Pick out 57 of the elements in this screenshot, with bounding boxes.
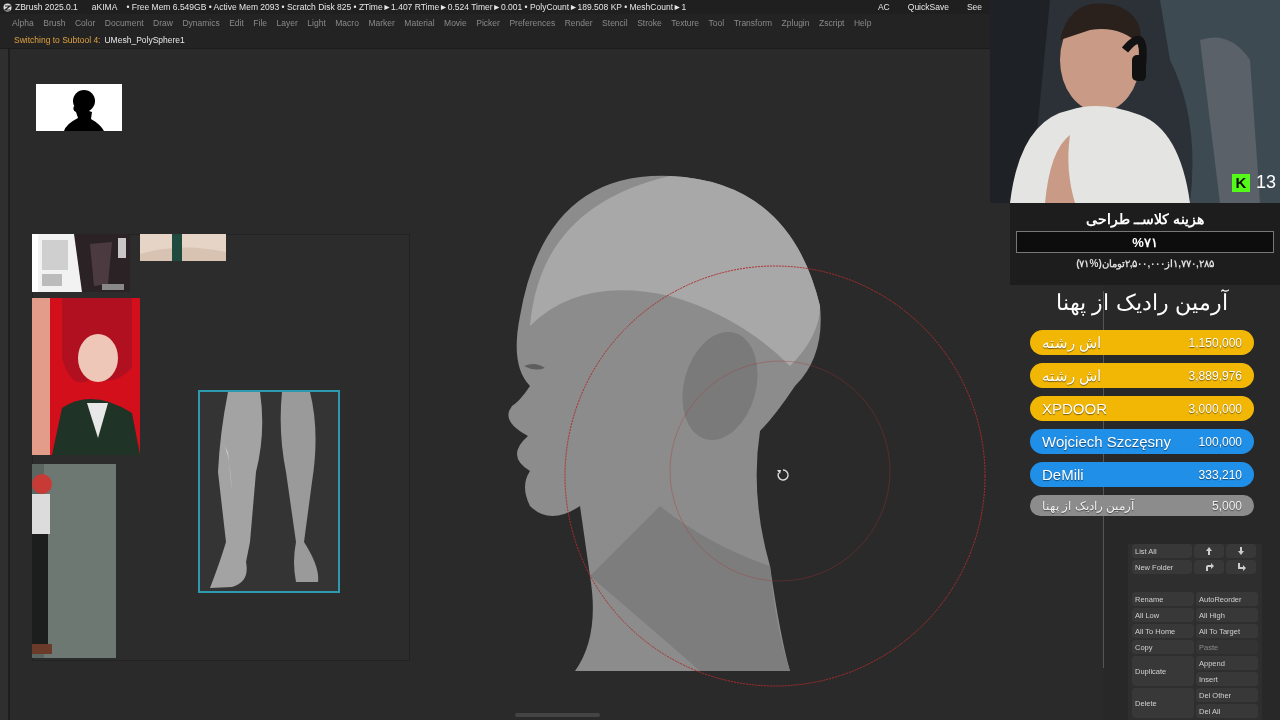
donation-amount: 3,000,000 — [1188, 401, 1242, 416]
goal-percentage: %۷۱ — [1016, 231, 1274, 253]
menu-item[interactable]: Material — [404, 18, 435, 28]
arrow-button[interactable] — [1194, 544, 1224, 558]
donation-heading: آرمین رادیک از پهنا — [1055, 290, 1230, 316]
user-name: aKIMA — [91, 2, 118, 12]
menu-item[interactable]: Alpha — [12, 18, 34, 28]
title-button[interactable]: QuickSave — [907, 2, 949, 12]
donor-name: آرمین رادیک از پهنا — [1042, 498, 1134, 513]
menu-item[interactable]: Marker — [368, 18, 395, 28]
menu-item[interactable]: Zplugin — [781, 18, 810, 28]
menu-item[interactable]: Layer — [276, 18, 298, 28]
menu-item[interactable]: Picker — [476, 18, 500, 28]
menu-item[interactable]: Preferences — [509, 18, 556, 28]
menu-item[interactable]: Movie — [444, 18, 467, 28]
arrow-button[interactable] — [1226, 560, 1256, 574]
arrow-button[interactable] — [1194, 560, 1224, 574]
donation-amount: 3,889,976 — [1188, 368, 1242, 383]
menu-item[interactable]: Render — [564, 18, 593, 28]
donor-name: DeMili — [1042, 466, 1084, 483]
goal-title: هزینه کلاســ طراحی — [1086, 211, 1204, 227]
donation-amount: 5,000 — [1211, 498, 1242, 513]
menu-item[interactable]: Light — [307, 18, 326, 28]
menu-item[interactable]: Edit — [229, 18, 244, 28]
menu-item[interactable]: Stroke — [637, 18, 662, 28]
menu-item[interactable]: Transform — [733, 18, 773, 28]
arrow-icon — [1204, 546, 1214, 556]
menu-item[interactable]: Stencil — [602, 18, 628, 28]
status-info: • Free Mem 6.549GB • Active Mem 2093 • Scratch Disk 825 • ZTime►1.407 RTime►0.524 Timer►0.001 • PolyCount►189.508 KP • MeshCount►1 — [126, 2, 687, 12]
notice-label: Switching to Subtool 4: — [14, 35, 101, 45]
menu-item[interactable]: Macro — [335, 18, 359, 28]
menu-item[interactable]: Color — [74, 18, 96, 28]
donation-amount: 1,150,000 — [1188, 335, 1242, 350]
goal-amount: ۱,۷۷۰,۲۸۵از۲,۵۰۰,۰۰۰تومان(%۷۱) — [1076, 258, 1214, 269]
donation-amount: 100,000 — [1198, 434, 1242, 449]
viewer-count: 13 — [1255, 172, 1276, 193]
arrow-icon — [1204, 562, 1214, 572]
donor-name: Wojciech Szczęsny — [1042, 433, 1171, 450]
donation-amount: 333,210 — [1198, 467, 1242, 482]
menu-item[interactable]: Help — [854, 18, 872, 28]
menu-item[interactable]: Tool — [708, 18, 725, 28]
arrow-button[interactable] — [1226, 544, 1256, 558]
menu-item[interactable]: File — [253, 18, 268, 28]
donor-name: اش رشته — [1042, 333, 1102, 352]
menu-item[interactable]: Document — [104, 18, 144, 28]
notice-value: UMesh_PolySphere1 — [104, 35, 185, 45]
menu-item[interactable]: Texture — [671, 18, 700, 28]
title-button[interactable]: AC — [877, 2, 890, 12]
menu-item[interactable]: Zscript — [819, 18, 845, 28]
rotate-icon — [776, 468, 790, 482]
donor-name: اش رشته — [1042, 366, 1102, 385]
menu-item[interactable]: Dynamics — [182, 18, 220, 28]
menu-item[interactable]: Draw — [153, 18, 173, 28]
menu-item[interactable]: Brush — [43, 18, 66, 28]
donor-name: XPDOOR — [1042, 400, 1107, 417]
app-title: ZBrush 2025.0.1 — [15, 2, 78, 12]
title-button[interactable]: See — [966, 2, 982, 12]
